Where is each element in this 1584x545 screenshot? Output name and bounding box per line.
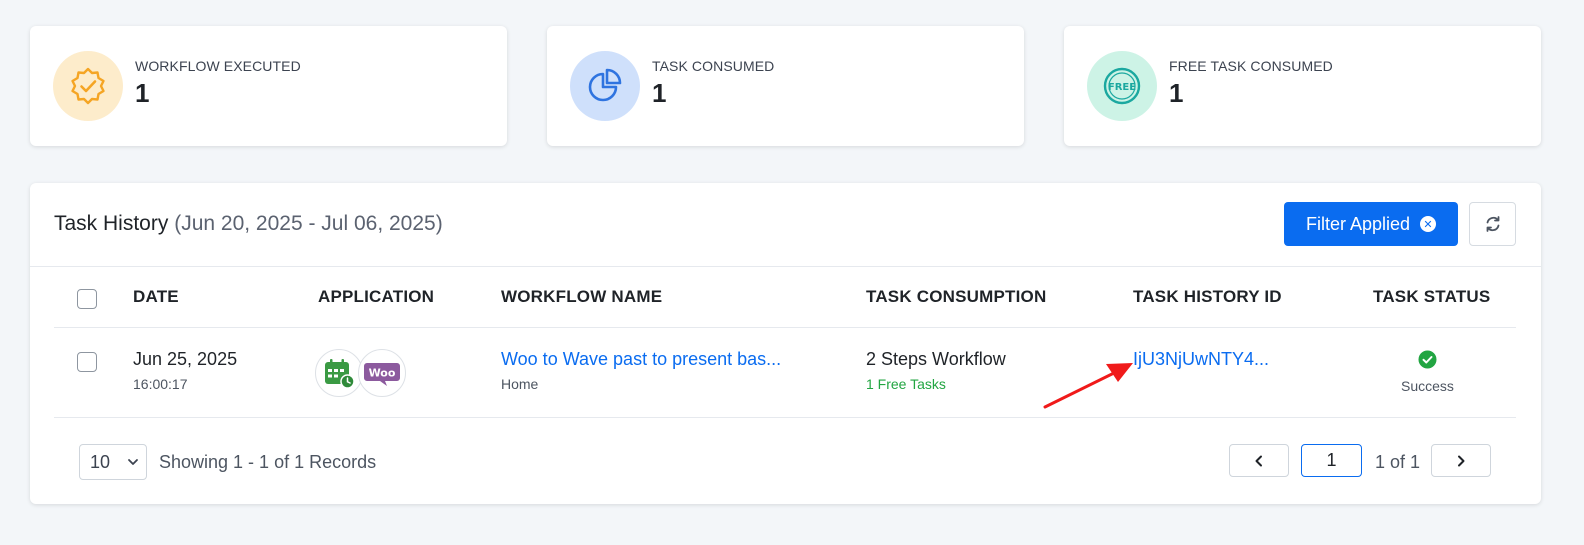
woocommerce-icon: Woo xyxy=(358,349,406,397)
date-range: (Jun 20, 2025 - Jul 06, 2025) xyxy=(174,212,443,235)
clear-filter-icon[interactable]: ✕ xyxy=(1420,216,1437,232)
filter-applied-button[interactable]: Filter Applied ✕ xyxy=(1284,202,1458,246)
chevron-down-icon xyxy=(128,459,138,465)
page-size-select[interactable]: 10 xyxy=(79,444,147,480)
pie-chart-icon xyxy=(570,51,640,121)
column-header-date[interactable]: DATE xyxy=(133,287,179,307)
task-history-id-link[interactable]: IjU3NjUwNTY4... xyxy=(1133,349,1269,370)
panel-title-text: Task History xyxy=(54,212,169,235)
free-badge-text: FREE xyxy=(1108,82,1136,93)
column-header-application[interactable]: APPLICATION xyxy=(318,287,434,307)
woo-logo-text: Woo xyxy=(369,367,396,380)
badge-check-icon xyxy=(53,51,123,121)
next-page-button[interactable] xyxy=(1431,444,1491,477)
column-header-task-status[interactable]: TASK STATUS xyxy=(1373,287,1490,307)
annotation-arrow-icon xyxy=(1043,363,1133,409)
stat-label: FREE TASK CONSUMED xyxy=(1169,58,1333,74)
free-badge-icon: FREE xyxy=(1087,51,1157,121)
row-divider xyxy=(54,417,1516,418)
chevron-left-icon xyxy=(1255,455,1262,466)
task-status-text: Success xyxy=(1401,378,1454,394)
workflow-folder: Home xyxy=(501,376,539,392)
stat-label: TASK CONSUMED xyxy=(652,58,775,74)
free-tasks-count: 1 Free Tasks xyxy=(866,376,946,392)
current-page-input[interactable] xyxy=(1301,444,1362,477)
task-history-panel: Task History (Jun 20, 2025 - Jul 06, 202… xyxy=(30,183,1541,504)
row-date: Jun 25, 2025 xyxy=(133,349,238,369)
select-all-checkbox[interactable] xyxy=(77,289,97,309)
column-header-workflow-name[interactable]: WORKFLOW NAME xyxy=(501,287,662,307)
refresh-icon xyxy=(1486,216,1499,232)
row-time: 16:00:17 xyxy=(133,376,188,392)
records-summary: Showing 1 - 1 of 1 Records xyxy=(159,452,377,472)
filter-applied-label: Filter Applied xyxy=(1305,213,1411,234)
calendar-app-icon xyxy=(315,349,363,397)
stat-value: 1 xyxy=(135,78,150,108)
page-size-value: 10 xyxy=(90,451,111,472)
stat-value: 1 xyxy=(652,78,667,108)
column-header-task-consumption[interactable]: TASK CONSUMPTION xyxy=(866,287,1046,307)
stat-label: WORKFLOW EXECUTED xyxy=(135,58,301,74)
workflow-name-link[interactable]: Woo to Wave past to present bas... xyxy=(501,349,781,370)
page-of-text: 1 of 1 xyxy=(1375,452,1421,472)
prev-page-button[interactable] xyxy=(1229,444,1289,477)
stat-value: 1 xyxy=(1169,78,1184,108)
chevron-right-icon xyxy=(1458,455,1465,466)
header-divider xyxy=(30,266,1541,267)
task-consumption: 2 Steps Workflow xyxy=(866,349,1006,369)
row-checkbox[interactable] xyxy=(77,352,97,372)
stat-card-task-consumed: TASK CONSUMED 1 xyxy=(547,26,1024,146)
panel-title: Task History (Jun 20, 2025 - Jul 06, 202… xyxy=(54,212,443,236)
stat-card-workflow-executed: WORKFLOW EXECUTED 1 xyxy=(30,26,507,146)
success-check-icon xyxy=(1418,350,1437,369)
stat-card-free-task-consumed: FREE FREE TASK CONSUMED 1 xyxy=(1064,26,1541,146)
row-divider xyxy=(54,327,1516,328)
refresh-button[interactable] xyxy=(1469,202,1516,246)
column-header-task-history-id[interactable]: TASK HISTORY ID xyxy=(1133,287,1282,307)
